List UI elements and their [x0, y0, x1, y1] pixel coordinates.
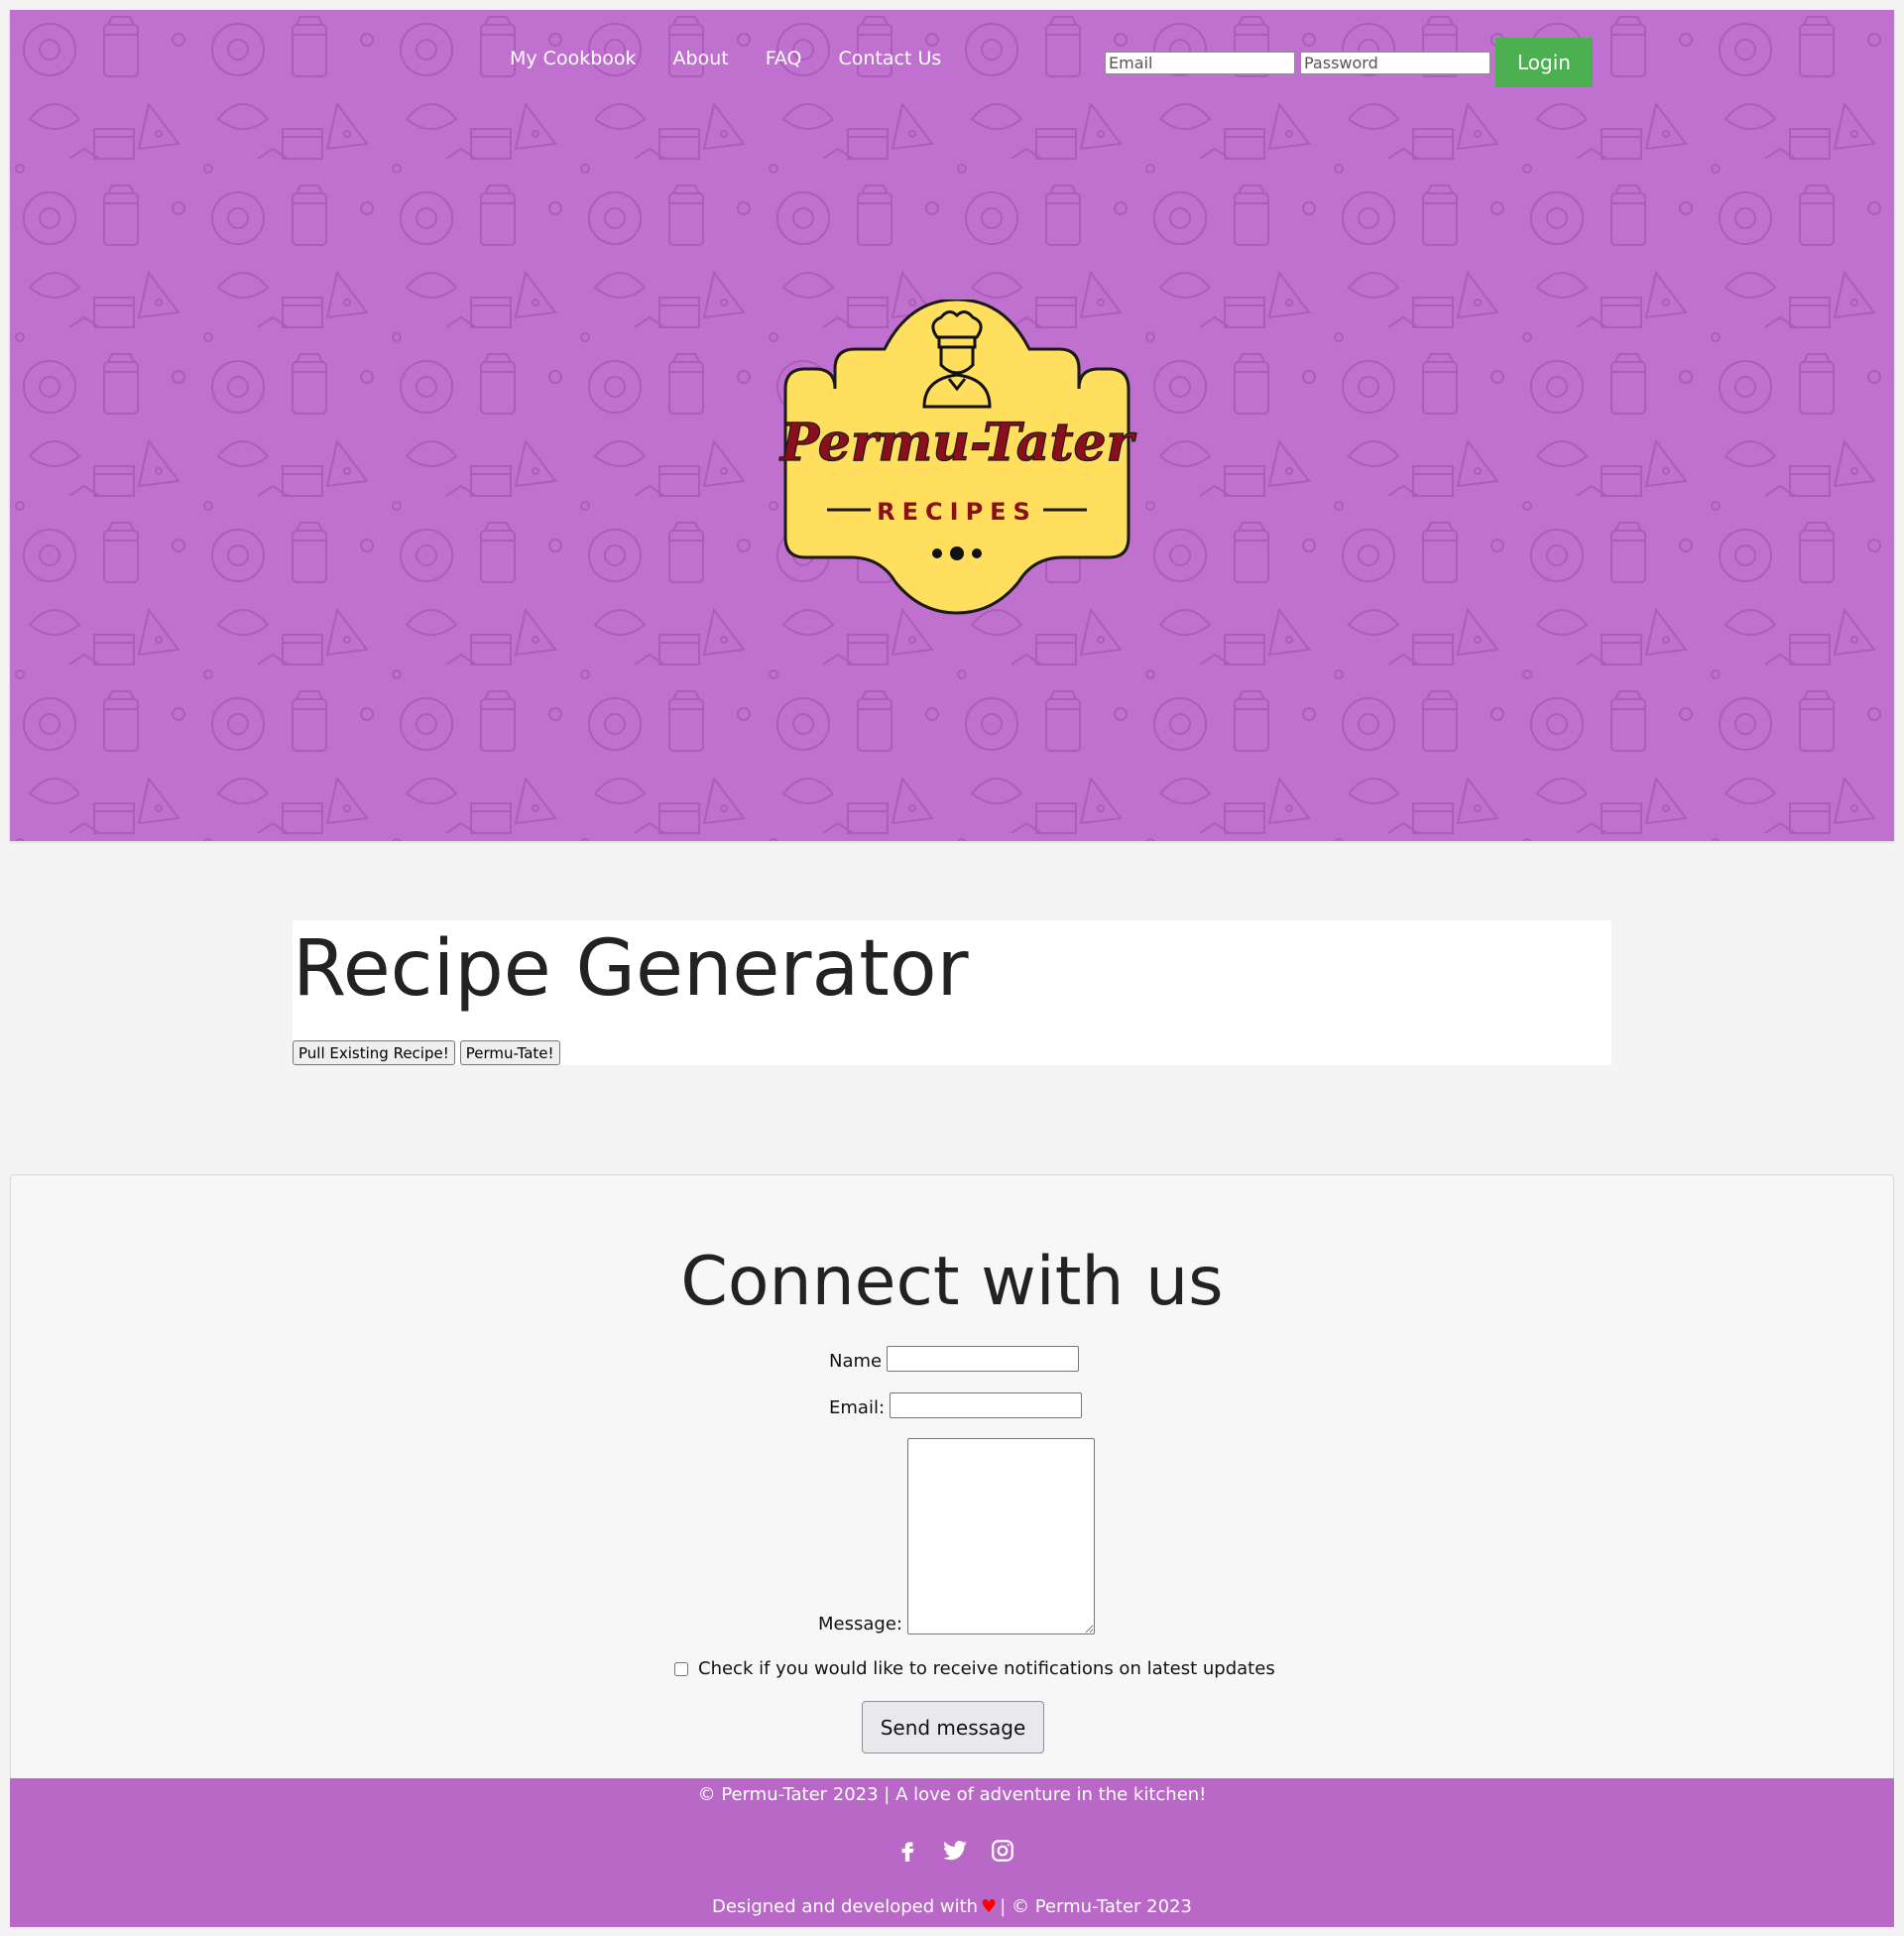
notifications-checkbox[interactable]: [674, 1661, 688, 1676]
nav-faq[interactable]: FAQ: [766, 48, 802, 69]
pull-existing-recipe-button[interactable]: Pull Existing Recipe!: [293, 1040, 455, 1065]
credits-suffix: | © Permu-Tater 2023: [1000, 1896, 1192, 1917]
hero-banner: My Cookbook About FAQ Contact Us Login P…: [10, 10, 1894, 841]
email-row: Email:: [829, 1392, 1083, 1418]
page-title: Recipe Generator: [293, 924, 969, 1014]
twitter-icon[interactable]: [942, 1838, 968, 1864]
main-nav: My Cookbook About FAQ Contact Us: [510, 48, 941, 69]
footer-credits: Designed and developed with ♥ | © Permu-Ta…: [10, 1896, 1894, 1917]
notifications-label: Check if you would like to receive notif…: [698, 1658, 1275, 1679]
email-input[interactable]: [890, 1392, 1083, 1418]
contact-section: Connect with us Name Email: Message: Che…: [10, 1174, 1894, 1778]
login-email-input[interactable]: [1105, 51, 1295, 74]
name-row: Name: [829, 1346, 1080, 1372]
login-form: Login: [1105, 38, 1593, 87]
instagram-icon[interactable]: [990, 1838, 1015, 1864]
send-message-button[interactable]: Send message: [862, 1701, 1044, 1754]
email-label: Email:: [829, 1397, 886, 1418]
permu-tater-logo: Permu-Tater RECIPES: [777, 300, 1137, 615]
svg-text:Permu-Tater: Permu-Tater: [778, 413, 1137, 473]
nav-about[interactable]: About: [673, 48, 729, 69]
footer-tagline: © Permu-Tater 2023 | A love of adventure…: [697, 1784, 1207, 1805]
login-password-input[interactable]: [1300, 51, 1490, 74]
footer: © Permu-Tater 2023 | A love of adventure…: [10, 1778, 1894, 1927]
name-input[interactable]: [887, 1346, 1080, 1372]
social-links: [894, 1838, 1015, 1864]
contact-title: Connect with us: [680, 1243, 1224, 1321]
name-label: Name: [829, 1351, 883, 1372]
facebook-icon[interactable]: [894, 1838, 920, 1864]
permu-tate-button[interactable]: Permu-Tate!: [459, 1040, 560, 1065]
nav-contact-us[interactable]: Contact Us: [839, 48, 942, 69]
message-label: Message:: [818, 1614, 902, 1634]
heart-icon: ♥: [981, 1896, 998, 1917]
message-row: Message:: [818, 1438, 1095, 1634]
message-textarea[interactable]: [906, 1438, 1095, 1634]
generator-actions: Pull Existing Recipe! Permu-Tate!: [293, 1040, 560, 1065]
svg-text:RECIPES: RECIPES: [877, 498, 1037, 526]
nav-my-cookbook[interactable]: My Cookbook: [510, 48, 637, 69]
notifications-row: Check if you would like to receive notif…: [674, 1658, 1280, 1679]
login-button[interactable]: Login: [1495, 38, 1593, 87]
credits-prefix: Designed and developed with: [712, 1896, 979, 1917]
recipe-generator-panel: Recipe Generator Pull Existing Recipe! P…: [293, 920, 1611, 1065]
